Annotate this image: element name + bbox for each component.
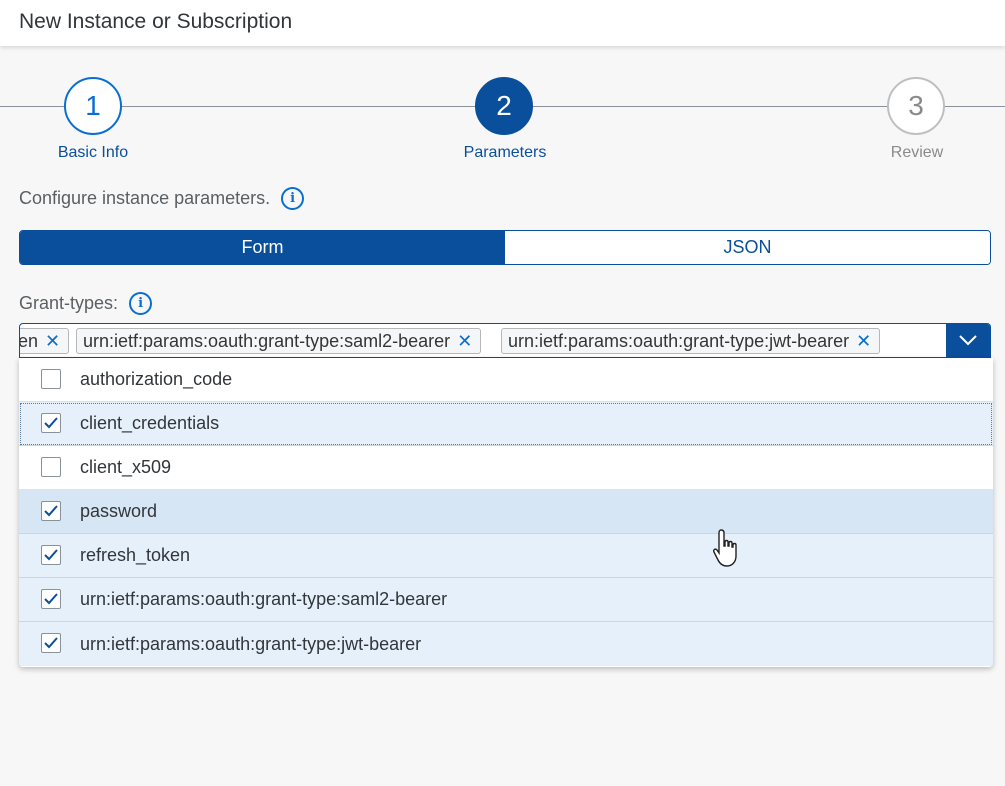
dialog-header: New Instance or Subscription [0, 0, 1005, 46]
grant-types-dropdown-list: authorization_code client_credentials cl… [19, 358, 993, 667]
token-remove-icon[interactable]: ✕ [45, 331, 60, 352]
checkbox[interactable] [41, 545, 61, 565]
checkmark-icon [44, 417, 58, 429]
checkmark-icon [44, 593, 58, 605]
json-mode-button[interactable]: JSON [505, 231, 990, 264]
info-icon[interactable]: i [281, 187, 305, 210]
wizard-step-1-label[interactable]: Basic Info [23, 144, 163, 162]
checkbox[interactable] [41, 457, 61, 477]
info-icon[interactable]: i [129, 292, 153, 315]
list-item-label: client_x509 [80, 457, 172, 477]
token[interactable]: urn:ietf:params:oauth:grant-type:jwt-bea… [501, 328, 881, 354]
chevron-down-icon [959, 335, 977, 346]
list-item-label: urn:ietf:params:oauth:grant-type:jwt-bea… [80, 633, 422, 654]
checkbox[interactable] [41, 369, 61, 389]
grant-types-label: Grant-types: i [19, 292, 153, 315]
list-item[interactable]: client_credentials [19, 402, 993, 446]
token[interactable]: ken ✕ [20, 328, 70, 354]
wizard-step-3: 3 [887, 77, 945, 135]
list-item[interactable]: refresh_token [19, 534, 993, 578]
list-item-label: authorization_code [80, 369, 233, 389]
grant-types-multicombobox[interactable]: ken ✕ urn:ietf:params:oauth:grant-type:s… [19, 323, 991, 358]
mode-segmented-button: Form JSON [19, 230, 991, 265]
hand-cursor-icon [713, 529, 737, 567]
token-label: ken [20, 330, 39, 351]
wizard-step-2[interactable]: 2 [475, 77, 533, 135]
checkmark-icon [44, 549, 58, 561]
list-item[interactable]: client_x509 [19, 446, 993, 490]
list-item[interactable]: authorization_code [19, 358, 993, 402]
configure-text: Configure instance parameters. [19, 188, 271, 208]
checkbox[interactable] [41, 633, 61, 653]
configure-instructions: Configure instance parameters. i [19, 187, 305, 210]
wizard-step-3-label: Review [890, 144, 944, 161]
checkmark-icon [44, 637, 58, 649]
list-item-label: refresh_token [80, 545, 191, 565]
list-item-label: password [80, 501, 158, 521]
checkmark-icon [44, 505, 58, 517]
token-remove-icon[interactable]: ✕ [856, 331, 871, 352]
wizard-step-2-label[interactable]: Parameters [435, 144, 575, 162]
grant-types-label-text: Grant-types: [19, 293, 119, 313]
form-mode-button[interactable]: Form [20, 231, 505, 264]
checkbox[interactable] [41, 501, 61, 521]
token-remove-icon[interactable]: ✕ [457, 331, 472, 352]
list-item-label: client_credentials [80, 413, 220, 433]
token-label: urn:ietf:params:oauth:grant-type:saml2-b… [83, 330, 451, 351]
token[interactable]: urn:ietf:params:oauth:grant-type:saml2-b… [76, 328, 482, 354]
token-label: urn:ietf:params:oauth:grant-type:jwt-bea… [508, 330, 850, 351]
list-item[interactable]: urn:ietf:params:oauth:grant-type:saml2-b… [19, 578, 993, 622]
list-item[interactable]: urn:ietf:params:oauth:grant-type:jwt-bea… [19, 622, 993, 666]
checkbox[interactable] [41, 413, 61, 433]
list-item[interactable]: password [19, 490, 993, 534]
wizard-step-1[interactable]: 1 [64, 77, 122, 135]
dropdown-arrow-button[interactable] [946, 324, 990, 357]
dialog-title: New Instance or Subscription [19, 10, 293, 33]
token-container: ken ✕ urn:ietf:params:oauth:grant-type:s… [20, 324, 948, 357]
checkbox[interactable] [41, 589, 61, 609]
list-item-label: urn:ietf:params:oauth:grant-type:saml2-b… [80, 589, 448, 609]
